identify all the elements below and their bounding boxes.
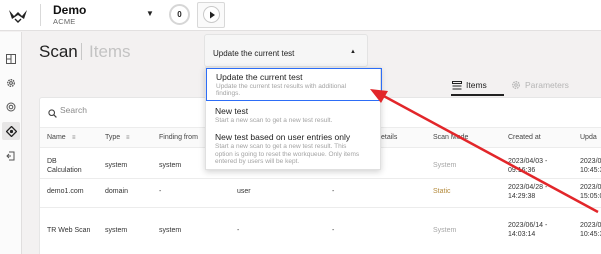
cell-type: system (105, 227, 128, 234)
row-divider (40, 207, 601, 208)
cell-name[interactable]: DB (47, 157, 57, 166)
menu-item-title: New test based on user entries only (215, 132, 351, 142)
sidebar-item-scan[interactable] (2, 122, 20, 140)
sidebar-item-export[interactable] (2, 147, 20, 165)
sidebar (0, 32, 22, 254)
cell-name[interactable]: TR Web Scan (47, 226, 90, 235)
top-bar: Demo ACME ▼ 0 (0, 0, 601, 31)
menu-item-description: Start a new scan to get a new test resul… (215, 143, 347, 150)
run-scan-button[interactable] (197, 2, 225, 28)
column-header-type[interactable]: Type (105, 134, 120, 141)
test-mode-menu: Update the current test Update the curre… (205, 67, 382, 170)
gear-outline-icon (512, 81, 520, 89)
project-switch-caret-icon[interactable]: ▼ (146, 9, 154, 18)
cell-created-at: 09:16:36 (508, 167, 536, 174)
cell-scan-mode: System (433, 162, 457, 169)
gear-icon (7, 79, 15, 87)
menu-item-title: New test (215, 106, 249, 116)
divider (40, 4, 41, 26)
logo-icon (9, 10, 27, 23)
running-scans-counter[interactable]: 0 (169, 4, 190, 25)
cell-finding-from: system (159, 162, 182, 169)
column-header-name[interactable]: Name (47, 134, 66, 141)
test-mode-select-value: Update the current test (213, 49, 295, 58)
cell-created-at: 2023/06/14 - (508, 222, 548, 229)
column-header-finding-from[interactable]: Finding from (159, 134, 198, 141)
radar-icon (6, 102, 16, 112)
sidebar-item-monitoring[interactable] (2, 98, 20, 116)
menu-item-title: Update the current test (216, 72, 303, 82)
sidebar-item-settings[interactable] (2, 74, 20, 92)
search-icon (48, 105, 57, 123)
play-icon (203, 6, 220, 23)
menu-item-description: entered by users will be kept. (215, 158, 300, 165)
column-header-details[interactable]: etails (381, 134, 397, 141)
cell-name[interactable]: demo1.com (47, 187, 84, 196)
cell-finding-from: - (159, 188, 162, 195)
cell-created-at: 2023/04/28 - (508, 184, 548, 191)
grid-icon (6, 54, 16, 64)
scan-icon (5, 125, 17, 137)
cell-scan-mode: System (433, 227, 457, 234)
cell-details: - (332, 188, 335, 195)
menu-item-description: option is going to reset the workqueue. … (215, 150, 360, 158)
cell-type: domain (105, 188, 128, 195)
cell-updated-at: 15:05:0 (580, 193, 601, 200)
tab-parameters-label: Parameters (525, 80, 569, 90)
cell-updated-at: 2023/0 (580, 158, 601, 165)
chevron-up-icon[interactable]: ▲ (350, 49, 356, 55)
page-title: Scan (39, 42, 78, 61)
organization-name: ACME (53, 17, 76, 26)
menu-item-new-test-user-entries[interactable]: New test based on user entries only Star… (206, 129, 382, 170)
breadcrumb-divider (81, 43, 82, 60)
active-tab-indicator (451, 94, 504, 96)
column-header-created-at[interactable]: Created at (508, 134, 541, 141)
tab-parameters[interactable]: Parameters (511, 76, 569, 94)
cell-source: user (237, 188, 251, 195)
cell-updated-at: 10:45:3 (580, 231, 601, 238)
column-header-updated-at[interactable]: Upda (580, 134, 597, 141)
cell-finding-from: system (159, 227, 182, 234)
list-icon (452, 80, 462, 89)
filter-icon[interactable]: ≡ (72, 135, 76, 141)
cell-updated-at: 2023/0 (580, 184, 601, 191)
cell-created-at: 2023/04/03 - (508, 158, 548, 165)
menu-item-new-test[interactable]: New test Start a new scan to get a new t… (206, 102, 382, 128)
column-header-scan-mode[interactable]: Scan Mode (433, 134, 468, 141)
project-name[interactable]: Demo (53, 3, 86, 17)
tab-items[interactable]: Items (452, 76, 487, 94)
row-divider (40, 178, 601, 179)
search-input[interactable] (60, 101, 200, 119)
cell-scan-mode: Static (433, 188, 451, 195)
filter-icon[interactable]: ≡ (126, 135, 130, 141)
cell-name[interactable]: Calculation (47, 166, 82, 175)
tab-items-label: Items (466, 80, 487, 90)
cell-details: - (332, 227, 335, 234)
cell-source: - (237, 227, 240, 234)
cell-updated-at: 2023/0 (580, 222, 601, 229)
menu-item-update-current-test[interactable]: Update the current test Update the curre… (206, 68, 382, 101)
cell-updated-at: 10:45:3 (580, 167, 601, 174)
sidebar-item-dashboard[interactable] (2, 50, 20, 68)
breadcrumb-items[interactable]: Items (89, 42, 131, 62)
cell-type: system (105, 162, 128, 169)
cell-created-at: 14:03:14 (508, 231, 536, 238)
menu-item-description: Start a new scan to get a new test resul… (215, 117, 333, 124)
cell-created-at: 14:29:38 (508, 193, 536, 200)
export-icon (6, 151, 15, 161)
menu-item-description: findings. (216, 90, 241, 97)
